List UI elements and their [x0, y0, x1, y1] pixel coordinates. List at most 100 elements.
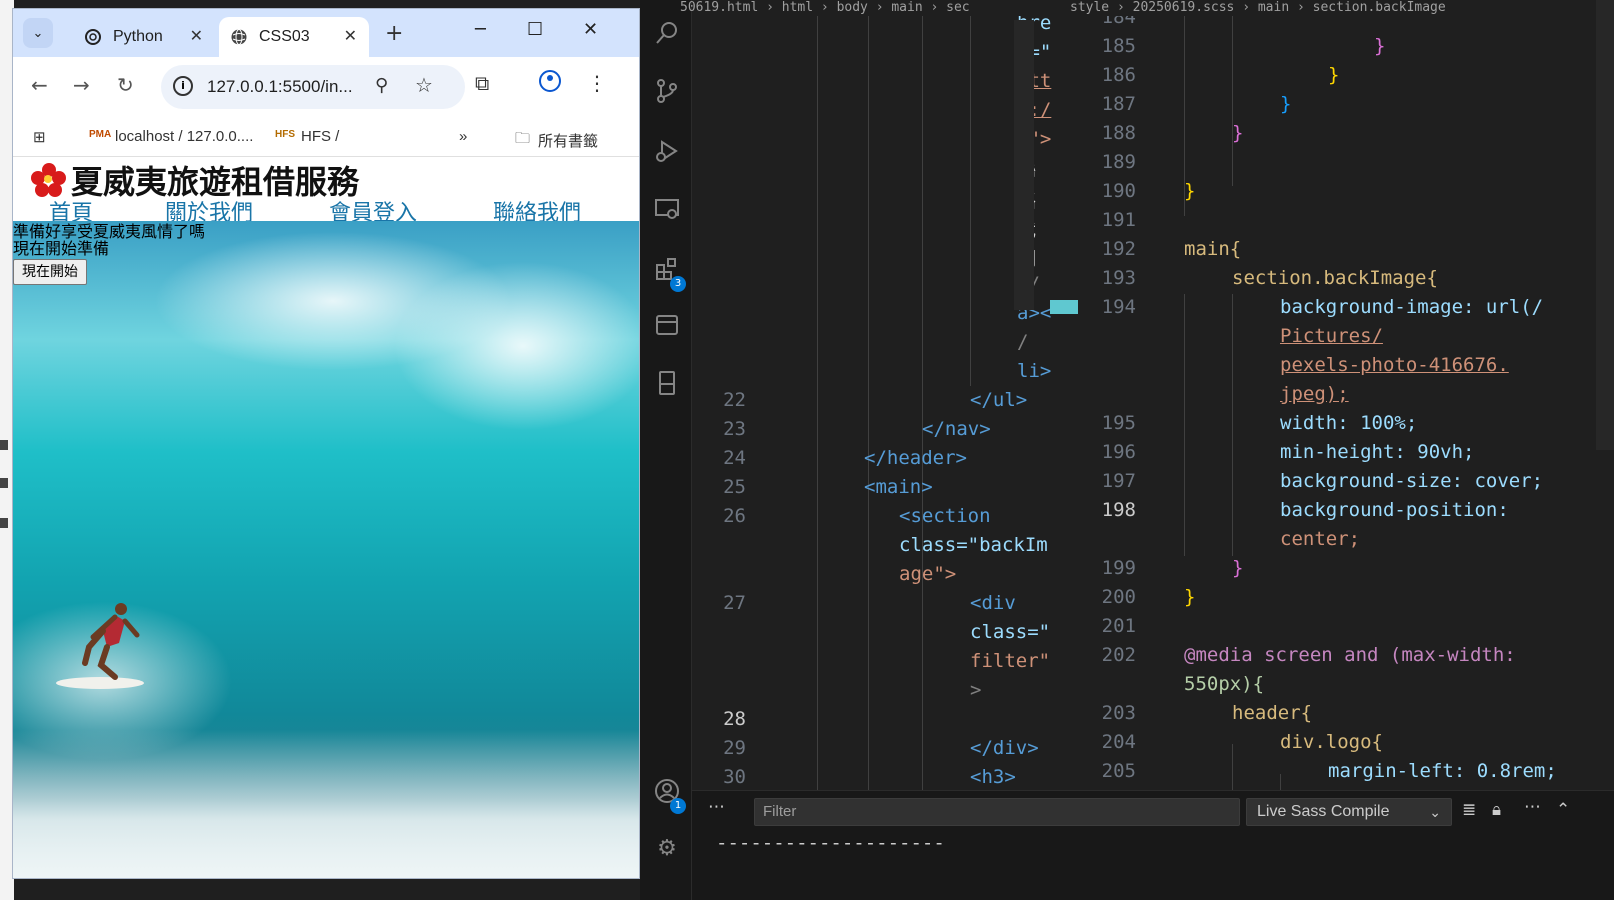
- extensions-icon[interactable]: ⧉: [475, 71, 489, 95]
- source-control-icon[interactable]: [654, 78, 680, 104]
- line-number: 187: [1101, 93, 1136, 115]
- close-tab-icon[interactable]: ✕: [190, 26, 203, 46]
- openai-icon: [83, 27, 103, 47]
- address-bar[interactable]: i 127.0.0.1:5500/in... ⚲ ☆: [161, 65, 465, 109]
- indent-guide: [1184, 294, 1185, 556]
- code-line: background-size: cover;: [1280, 470, 1544, 492]
- remote-explorer-icon[interactable]: [654, 196, 680, 222]
- line-number: 201: [1101, 615, 1136, 637]
- clear-output-icon[interactable]: ≣: [1462, 800, 1476, 820]
- code-line: section.backImage{: [1232, 267, 1438, 289]
- hero-background-image: 準備好享受夏威夷風情了嗎 現在開始準備 現在開始: [13, 221, 639, 878]
- desktop-fragment: [0, 440, 8, 450]
- line-number: 24: [723, 447, 746, 469]
- extensions-badge: 3: [670, 276, 686, 292]
- more-bookmarks-chevron-icon[interactable]: »: [459, 128, 467, 145]
- code-line: margin-left: 0.8rem;: [1328, 760, 1557, 782]
- indent-guide: [970, 16, 971, 386]
- forward-arrow-icon[interactable]: →: [73, 73, 90, 97]
- code-line: }: [1280, 93, 1292, 115]
- line-number: 190: [1101, 180, 1136, 202]
- surfer-figure: [56, 603, 144, 689]
- line-number: 26: [723, 505, 746, 527]
- hero-line-1: 準備好享受夏威夷風情了嗎: [13, 222, 206, 241]
- close-window-button[interactable]: ✕: [583, 19, 598, 40]
- html-editor[interactable]: hre f=" htt p:/ /"> 聯 絡 我 們 </ a>< / li>…: [692, 16, 1052, 800]
- minimap-html[interactable]: [1014, 20, 1034, 310]
- tab-python[interactable]: Python ✕: [73, 17, 215, 57]
- run-debug-icon[interactable]: [654, 138, 680, 164]
- line-number: 184: [1101, 16, 1136, 28]
- breadcrumb-item[interactable]: main: [891, 0, 922, 15]
- code-line: jpeg);: [1280, 383, 1349, 405]
- breadcrumb-item[interactable]: section.backImage: [1313, 0, 1446, 15]
- breadcrumb-item[interactable]: 20250619.scss: [1133, 0, 1235, 15]
- bookmark-localhost[interactable]: PMA localhost / 127.0.0....: [89, 128, 253, 145]
- line-number-active: 198: [1101, 499, 1136, 521]
- output-channel-select[interactable]: Live Sass Compile ⌄: [1246, 798, 1452, 826]
- chevron-up-icon[interactable]: ⌃: [1556, 800, 1570, 820]
- code-line: min-height: 90vh;: [1280, 441, 1475, 463]
- code-line: </ul>: [970, 389, 1028, 411]
- tab-css03[interactable]: CSS03 ✕: [219, 17, 369, 57]
- minimize-button[interactable]: ─: [475, 19, 486, 40]
- breadcrumb-item[interactable]: style: [1070, 0, 1109, 15]
- code-line: class=": [970, 621, 1051, 643]
- code-line: background-position:: [1280, 499, 1509, 521]
- web-page-viewport: 夏威夷旅遊租借服務 首頁 關於我們 會員登入 聯絡我們 準備好享受夏威夷風情了嗎…: [13, 157, 639, 878]
- indent-guide: [922, 16, 923, 800]
- database-icon[interactable]: [654, 312, 680, 338]
- code-line: main{: [1184, 238, 1242, 260]
- breadcrumb-item[interactable]: sec: [946, 0, 969, 15]
- bookmark-star-icon[interactable]: ☆: [415, 73, 433, 97]
- apps-grid-icon[interactable]: ⊞: [33, 128, 46, 146]
- activity-bar: 3 1 ⚙: [640, 0, 692, 900]
- maximize-button[interactable]: ☐: [527, 19, 543, 40]
- globe-icon: [229, 27, 249, 47]
- desktop-fragment: [0, 478, 8, 488]
- code-line: @media screen and (max-width:: [1184, 644, 1516, 666]
- more-actions-icon[interactable]: ⋯: [708, 797, 725, 817]
- code-line: </header>: [864, 447, 967, 469]
- all-bookmarks-folder[interactable]: 🗀 所有書籤: [515, 128, 598, 153]
- scss-editor[interactable]: 184 185 } 186 } 187 } 188 } 189 190 } 19…: [1074, 16, 1614, 800]
- desktop-fragment: [0, 518, 8, 528]
- wave-foam: [13, 730, 639, 878]
- output-filter-input[interactable]: Filter: [754, 798, 1240, 826]
- minimap-scss[interactable]: [1596, 0, 1614, 450]
- tab-search-button[interactable]: ⌄: [23, 18, 53, 48]
- bookmark-hfs[interactable]: HFS HFS /: [275, 128, 339, 145]
- gear-icon[interactable]: ⚙: [654, 836, 680, 862]
- line-number: 196: [1101, 441, 1136, 463]
- breadcrumb-item[interactable]: body: [837, 0, 868, 15]
- zoom-icon[interactable]: ⚲: [375, 75, 388, 96]
- breadcrumb-item[interactable]: html: [782, 0, 813, 15]
- breadcrumb-item[interactable]: main: [1258, 0, 1289, 15]
- phpmyadmin-icon: PMA: [89, 128, 112, 140]
- line-number: 186: [1101, 64, 1136, 86]
- back-arrow-icon[interactable]: ←: [31, 73, 48, 97]
- start-now-button[interactable]: 現在開始: [13, 259, 87, 285]
- output-channel-label: Live Sass Compile: [1257, 803, 1390, 820]
- close-tab-icon[interactable]: ✕: [344, 26, 357, 46]
- desktop: ⌄ Python ✕ CSS03 ✕ + ─ ☐ ✕ ← → ↻ i 127.0…: [0, 0, 1614, 900]
- lock-icon[interactable]: 🔒︎: [1492, 800, 1501, 820]
- code-line: filter": [970, 650, 1051, 672]
- profile-avatar-icon[interactable]: [539, 70, 561, 92]
- kebab-menu-icon[interactable]: ⋮: [587, 71, 607, 95]
- code-line: <h3>: [970, 766, 1016, 788]
- line-number: 203: [1101, 702, 1136, 724]
- url-text[interactable]: 127.0.0.1:5500/in...: [207, 77, 353, 97]
- reload-icon[interactable]: ↻: [117, 73, 134, 97]
- code-line: </nav>: [922, 418, 991, 440]
- tab-title: CSS03: [259, 28, 310, 45]
- breadcrumb-item[interactable]: 50619.html: [680, 0, 758, 15]
- line-number: 202: [1101, 644, 1136, 666]
- new-tab-button[interactable]: +: [385, 21, 403, 46]
- device-icon[interactable]: [654, 370, 680, 396]
- more-actions-icon[interactable]: ⋯: [1524, 797, 1541, 817]
- site-info-icon[interactable]: i: [173, 76, 193, 96]
- line-number: 29: [723, 737, 746, 759]
- search-icon[interactable]: [654, 20, 680, 46]
- line-number: 193: [1101, 267, 1136, 289]
